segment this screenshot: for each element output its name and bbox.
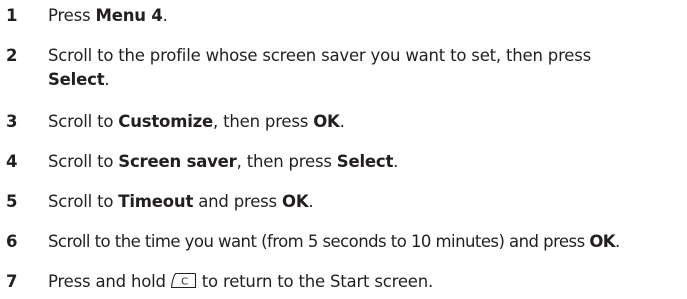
step-text-part: , then press <box>213 112 314 131</box>
step-text: Scroll to Customize, then press OK. <box>48 110 678 134</box>
step-text-part: . <box>162 6 168 25</box>
step-text-part: Scroll to <box>48 192 119 211</box>
step-text-part: Scroll to the profile whose screen saver… <box>48 46 592 65</box>
step-text: Scroll to the profile whose screen saver… <box>48 44 678 92</box>
step-text-part: , then press <box>236 152 337 171</box>
step-text-part: Press <box>48 6 96 25</box>
step-text-bold: OK <box>313 112 340 131</box>
step-text-part: . <box>104 70 110 89</box>
step-number: 1 <box>6 6 18 25</box>
step-text-bold: Customize <box>118 112 214 131</box>
step-text: Press Menu 4. <box>48 4 678 28</box>
step-text-bold: OK <box>282 192 309 211</box>
step-text: Scroll to Timeout and press OK. <box>48 190 678 214</box>
step-text: Scroll to Screen saver, then press Selec… <box>48 150 678 174</box>
step-text-bold: Menu 4 <box>95 6 163 25</box>
step-number: 3 <box>6 112 18 131</box>
step-text-part: . <box>393 152 399 171</box>
step-text-part: Scroll to <box>48 152 119 171</box>
step-text-bold: Select <box>48 70 105 89</box>
step-text-bold: Select <box>336 152 394 171</box>
step-number: 2 <box>6 46 18 65</box>
step-text-part: . <box>615 232 620 251</box>
instruction-steps: 1 Press Menu 4. 2 Scroll to the profile … <box>0 0 687 299</box>
step-text-part: . <box>339 112 345 131</box>
step-text-part: to return to the Start screen. <box>201 272 434 291</box>
step-text-part: . <box>308 192 314 211</box>
step-text-part: and press <box>193 192 282 211</box>
step-text-bold: Timeout <box>118 192 194 211</box>
step-text-bold: Screen saver <box>118 152 237 171</box>
clear-key-label: C <box>181 276 188 287</box>
step-text: Scroll to the time you want (from 5 seco… <box>48 230 678 254</box>
step-number: 6 <box>6 232 18 251</box>
step-text-bold: OK <box>589 232 616 251</box>
step-text: Press and hold Cto return to the Start sc… <box>48 270 678 294</box>
step-text-part: Press and hold <box>48 272 166 291</box>
step-number: 7 <box>6 272 18 291</box>
clear-key-icon: C <box>170 272 197 289</box>
step-number: 5 <box>6 192 18 211</box>
step-number: 4 <box>6 152 18 171</box>
step-text-part: Scroll to <box>48 112 119 131</box>
step-text-part: Scroll to the time you want (from 5 seco… <box>48 232 590 251</box>
